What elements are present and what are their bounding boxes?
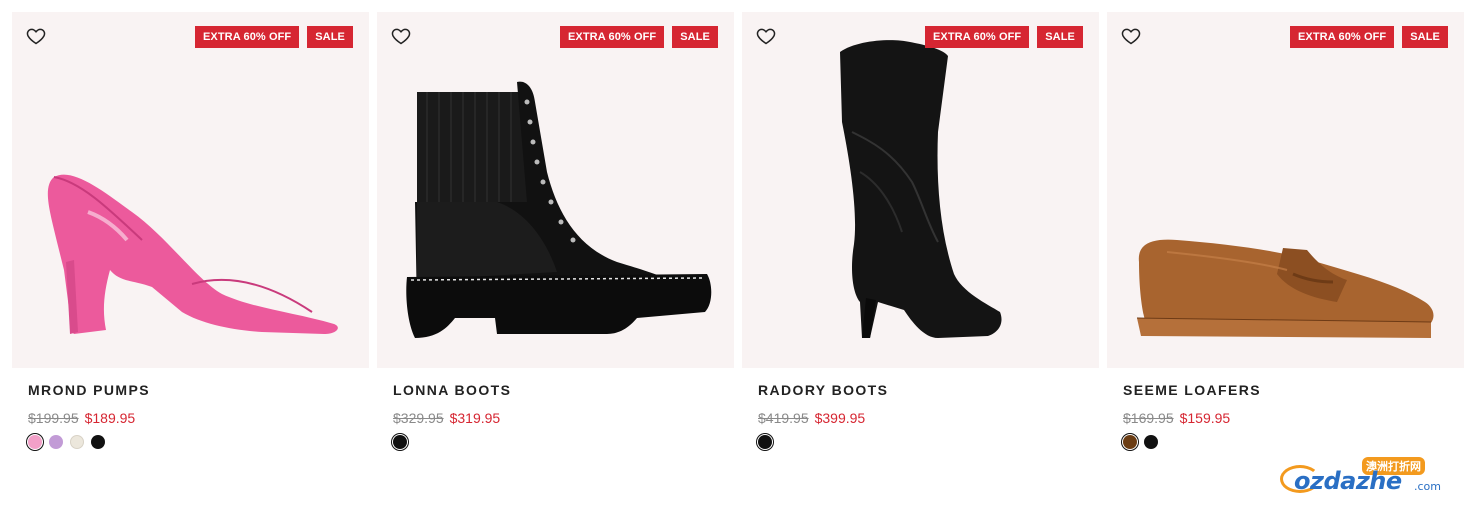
price-row: $199.95 $189.95: [28, 410, 135, 426]
product-image[interactable]: EXTRA 60% OFF SALE: [742, 12, 1099, 368]
sale-price: $159.95: [1179, 410, 1231, 426]
product-name[interactable]: MROND PUMPS: [28, 382, 150, 398]
price-row: $169.95 $159.95: [1123, 410, 1230, 426]
color-swatch[interactable]: [393, 435, 407, 449]
sale-badge: SALE: [1037, 26, 1083, 48]
badge-group: EXTRA 60% OFF SALE: [559, 26, 718, 48]
product-image[interactable]: EXTRA 60% OFF SALE: [377, 12, 734, 368]
extra-off-badge: EXTRA 60% OFF: [1289, 26, 1395, 48]
color-swatch[interactable]: [1123, 435, 1137, 449]
price-row: $329.95 $319.95: [393, 410, 500, 426]
pink-pump-image: [47, 174, 338, 334]
color-swatches: [393, 435, 407, 449]
original-price: $169.95: [1123, 410, 1174, 426]
wishlist-heart-icon[interactable]: [756, 26, 776, 46]
color-swatches: [1123, 435, 1158, 449]
color-swatch[interactable]: [70, 435, 84, 449]
tan-loafer-image: [1136, 239, 1434, 338]
color-swatch[interactable]: [1144, 435, 1158, 449]
product-card[interactable]: EXTRA 60% OFF SALE LONNA BOOTS $329.95 $3…: [377, 12, 734, 462]
extra-off-badge: EXTRA 60% OFF: [924, 26, 1030, 48]
sale-badge: SALE: [672, 26, 718, 48]
color-swatches: [758, 435, 772, 449]
watermark-logo: 澳洲打折网 ozdazhe .com: [1280, 455, 1450, 500]
badge-group: EXTRA 60% OFF SALE: [924, 26, 1083, 48]
black-western-boot-image: [840, 40, 1002, 338]
sale-price: $319.95: [449, 410, 501, 426]
color-swatch[interactable]: [758, 435, 772, 449]
original-price: $329.95: [393, 410, 444, 426]
product-name[interactable]: SEEME LOAFERS: [1123, 382, 1261, 398]
product-name[interactable]: LONNA BOOTS: [393, 382, 511, 398]
original-price: $199.95: [28, 410, 79, 426]
product-grid: EXTRA 60% OFF SALE MROND PUMPS $199.95 $1…: [12, 12, 1464, 462]
sale-price: $189.95: [84, 410, 136, 426]
product-card[interactable]: EXTRA 60% OFF SALE SEEME LOAFERS $169.95…: [1107, 12, 1464, 462]
watermark-brand: ozdazhe: [1294, 467, 1402, 495]
extra-off-badge: EXTRA 60% OFF: [559, 26, 665, 48]
sale-badge: SALE: [1402, 26, 1448, 48]
wishlist-heart-icon[interactable]: [1121, 26, 1141, 46]
black-combat-boot-image: [406, 81, 712, 338]
product-name[interactable]: RADORY BOOTS: [758, 382, 888, 398]
product-image[interactable]: EXTRA 60% OFF SALE: [12, 12, 369, 368]
color-swatches: [28, 435, 105, 449]
wishlist-heart-icon[interactable]: [26, 26, 46, 46]
product-card[interactable]: EXTRA 60% OFF SALE MROND PUMPS $199.95 $1…: [12, 12, 369, 462]
color-swatch[interactable]: [49, 435, 63, 449]
original-price: $419.95: [758, 410, 809, 426]
extra-off-badge: EXTRA 60% OFF: [194, 26, 300, 48]
sale-badge: SALE: [307, 26, 353, 48]
sale-price: $399.95: [814, 410, 866, 426]
badge-group: EXTRA 60% OFF SALE: [194, 26, 353, 48]
badge-group: EXTRA 60% OFF SALE: [1289, 26, 1448, 48]
product-image[interactable]: EXTRA 60% OFF SALE: [1107, 12, 1464, 368]
watermark-tld: .com: [1414, 480, 1441, 493]
color-swatch[interactable]: [28, 435, 42, 449]
price-row: $419.95 $399.95: [758, 410, 865, 426]
wishlist-heart-icon[interactable]: [391, 26, 411, 46]
product-card[interactable]: EXTRA 60% OFF SALE RADORY BOOTS $419.95 $…: [742, 12, 1099, 462]
color-swatch[interactable]: [91, 435, 105, 449]
